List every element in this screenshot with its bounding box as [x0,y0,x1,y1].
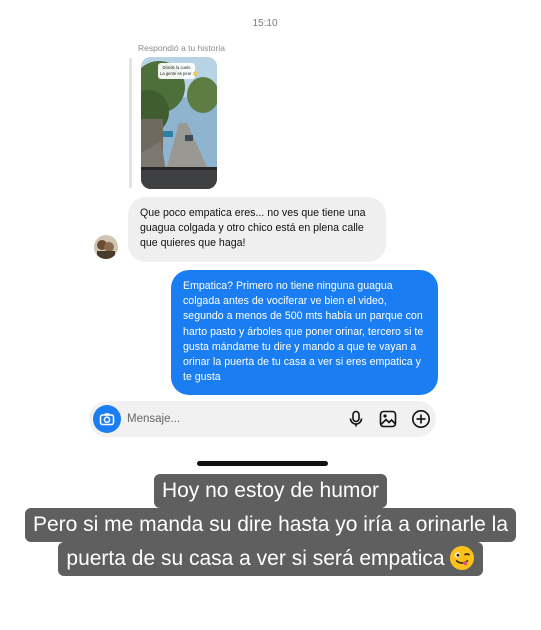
home-indicator[interactable] [197,461,328,466]
plus-icon [412,410,430,428]
plus-button[interactable] [410,408,432,430]
microphone-button[interactable] [345,408,367,430]
caption-line-2: Pero si me manda su dire hasta yo iría a… [24,508,517,542]
story-caption-overlay: Hoy no estoy de humor Pero si me manda s… [0,474,541,576]
dm-screenshot: 15:10 Respondió a tu historia Dónde la c… [80,0,450,470]
message-input[interactable] [127,410,277,428]
caption-line-3: puerta de su casa a ver si será empatica [66,547,445,570]
incoming-message-bubble[interactable]: Que poco empatica eres... no ves que tie… [128,197,386,262]
story-reply-bar [129,58,132,188]
sender-avatar[interactable] [94,235,118,259]
story-sticker: Dónde la cuelo La gente es peor 🙄 [158,63,198,79]
message-timestamp: 15:10 [252,18,278,29]
caption-line-3-box: puerta de su casa a ver si será empatica [58,542,483,576]
story-thumbnail[interactable]: Dónde la cuelo La gente es peor 🙄 [141,57,217,189]
camera-button[interactable] [93,405,121,433]
microphone-icon [349,410,363,427]
story-sticker-line: Dónde la cuelo [162,65,191,70]
camera-icon [99,413,115,426]
story-sticker-line: La gente es peor 🙄 [160,70,198,76]
message-composer [89,401,436,437]
avatar-image [94,235,118,259]
caption-line-1: Hoy no estoy de humor [153,474,388,508]
outgoing-message-bubble[interactable]: Empatica? Primero no tiene ninguna guagu… [171,270,438,396]
story-reply-caption: Respondió a tu historia [138,43,225,53]
gallery-icon [379,410,397,428]
gallery-button[interactable] [377,408,399,430]
winking-tongue-emoji-icon [449,546,474,570]
